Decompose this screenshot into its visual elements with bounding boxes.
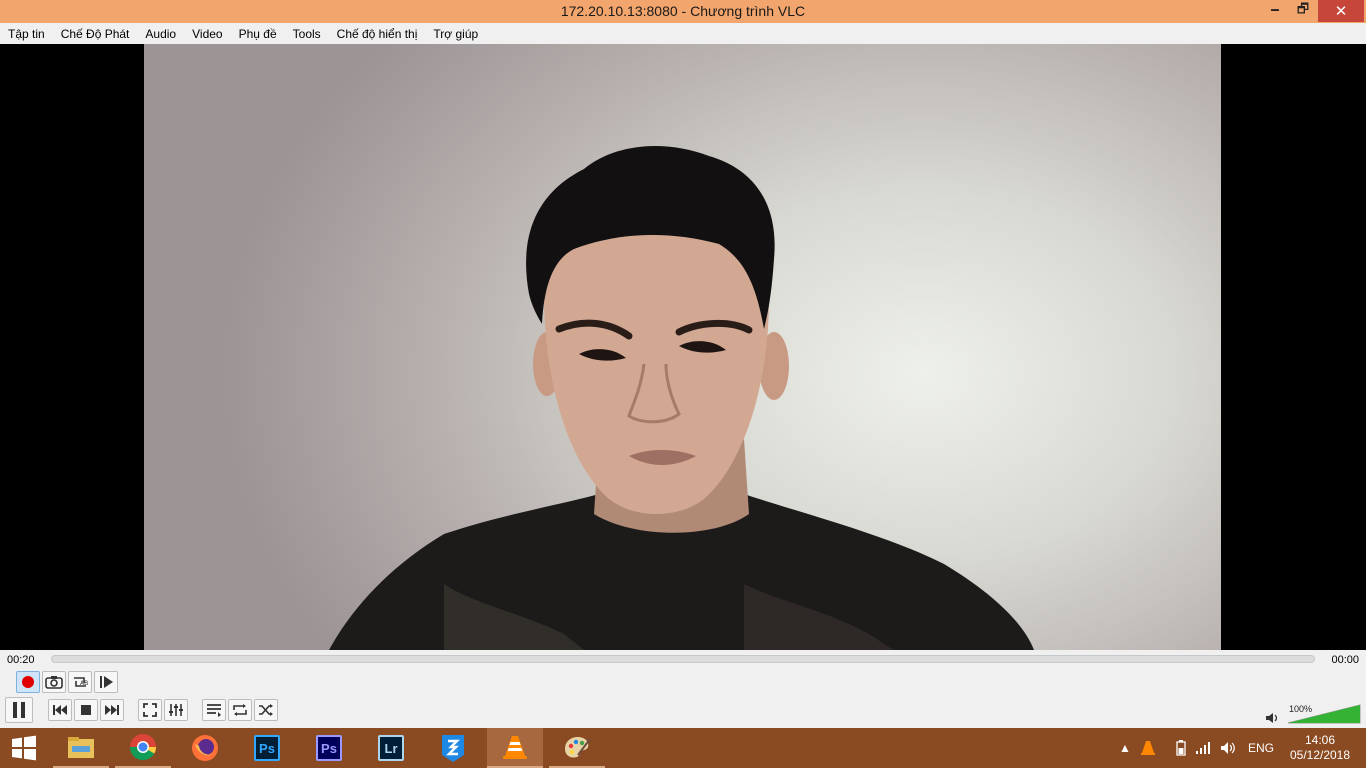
tray-overflow[interactable]: ▲ [1119,728,1131,768]
stop-button[interactable] [74,699,98,721]
svg-text:AB: AB [80,680,88,687]
firefox-icon [192,735,218,761]
taskbar-photoshop[interactable]: Ps [239,728,295,768]
total-time: 00:00 [1331,654,1359,666]
video-content [329,146,1034,650]
start-button[interactable] [0,728,48,768]
title-bar: 172.20.10.13:8080 - Chương trình VLC 🗕 🗗… [0,0,1366,23]
system-clock[interactable]: 14:06 05/12/2018 [1282,733,1358,763]
ab-loop-button[interactable]: AB [68,671,92,693]
battery-icon [1176,740,1186,756]
stop-icon [81,705,91,715]
menu-audio[interactable]: Audio [145,27,176,41]
video-frame [144,44,1221,650]
zalo-icon [442,735,464,762]
previous-button[interactable] [48,699,72,721]
volume-icon[interactable] [1265,712,1279,724]
clock-time: 14:06 [1304,733,1336,747]
taskbar-vlc[interactable] [487,728,543,768]
menu-playback[interactable]: Chế Độ Phát [61,27,130,41]
frame-step-icon [100,676,113,688]
clock-date: 05/12/2018 [1289,748,1351,762]
menu-subtitle[interactable]: Phụ đề [239,27,277,41]
next-icon [105,705,119,715]
tray-volume[interactable] [1220,728,1236,768]
menu-help[interactable]: Trợ giúp [433,27,478,41]
chrome-icon [129,734,157,761]
taskbar-lightroom[interactable]: Lr [363,728,419,768]
pause-icon [13,702,25,718]
fullscreen-icon [143,703,157,717]
ab-loop-icon: AB [74,677,88,687]
taskbar-chrome[interactable] [115,728,171,768]
frame-step-button[interactable] [94,671,118,693]
menu-view[interactable]: Chế độ hiển thị [337,27,418,41]
snapshot-button[interactable] [42,671,66,693]
menu-video[interactable]: Video [192,27,222,41]
previous-icon [53,705,67,715]
taskbar-premiere[interactable]: Ps [301,728,357,768]
taskbar-file-explorer[interactable] [53,728,109,768]
control-panel: 00:20 00:00 AB 100% [0,650,1366,728]
menu-bar: Tập tin Chế Độ Phát Audio Video Phụ đề T… [0,23,1366,44]
tray-vlc[interactable] [1139,728,1157,768]
elapsed-time: 00:20 [7,654,35,666]
fullscreen-button[interactable] [138,699,162,721]
playlist-icon [207,704,221,717]
speaker-icon [1221,742,1235,754]
loop-button[interactable] [228,699,252,721]
extended-settings-icon [169,704,183,716]
record-button[interactable] [16,671,40,693]
file-explorer-icon [68,737,94,758]
photoshop-icon: Ps [254,735,280,761]
tray-network[interactable] [1195,728,1211,768]
lightroom-icon: Lr [378,735,404,761]
premiere-icon: Ps [316,735,342,761]
input-language[interactable]: ENG [1248,728,1274,768]
seek-bar[interactable] [51,655,1315,663]
close-button[interactable]: ✕ [1318,0,1364,22]
next-button[interactable] [100,699,124,721]
shuffle-icon [259,704,273,716]
vlc-icon [503,736,527,759]
taskbar-zalo[interactable] [425,728,481,768]
paint-icon [565,737,591,758]
tray-battery[interactable] [1175,728,1187,768]
pause-button[interactable] [5,697,33,723]
snapshot-icon [45,676,63,689]
loop-icon [233,704,247,716]
taskbar-firefox[interactable] [177,728,233,768]
vlc-tray-icon [1141,741,1155,755]
playlist-button[interactable] [202,699,226,721]
signal-icon [1196,742,1210,754]
window-title: 172.20.10.13:8080 - Chương trình VLC [560,3,806,19]
restore-button[interactable]: 🗗 [1290,0,1316,22]
video-area[interactable] [0,44,1366,650]
menu-tools[interactable]: Tools [293,27,321,41]
taskbar-paint[interactable] [549,728,605,768]
extended-settings-button[interactable] [164,699,188,721]
taskbar: Ps Ps Lr ▲ ENG 14:06 05/12/2018 [0,728,1366,768]
volume-percent: 100% [1289,704,1313,714]
start-icon [12,735,36,761]
minimize-button[interactable]: 🗕 [1262,0,1288,22]
shuffle-button[interactable] [254,699,278,721]
record-icon [22,676,34,688]
menu-media[interactable]: Tập tin [8,27,45,41]
